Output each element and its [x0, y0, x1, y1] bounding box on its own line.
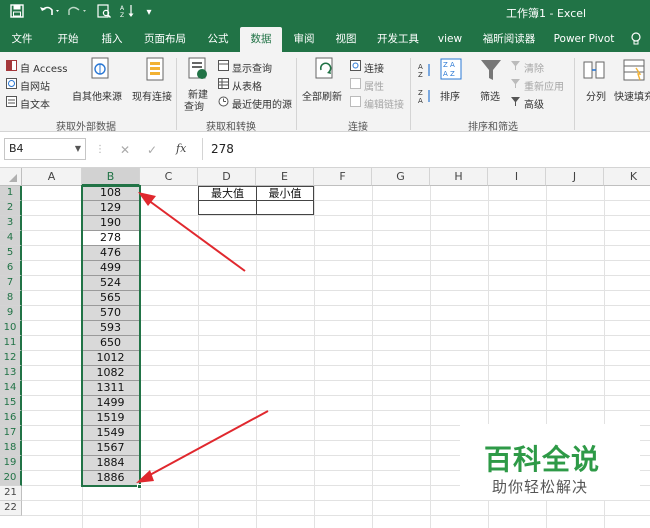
- filter-icon: [480, 58, 502, 85]
- sort-button[interactable]: 排序: [440, 88, 460, 103]
- group-separator: [176, 58, 177, 130]
- undo-icon[interactable]: [38, 4, 62, 22]
- reapply-button[interactable]: 重新应用: [524, 78, 564, 93]
- customize-icon[interactable]: ▾: [144, 4, 154, 22]
- show-queries-button[interactable]: 显示查询: [232, 60, 272, 75]
- watermark-subtitle: 助你轻松解决: [492, 478, 589, 496]
- from-access-button[interactable]: 自 Access: [20, 60, 67, 75]
- clear-filter-icon: [510, 60, 521, 74]
- svg-text:A: A: [120, 5, 125, 12]
- edit-links-button[interactable]: 编辑链接: [364, 96, 404, 111]
- excel-window: AZ ▾ 工作簿1 - Excel 文件 开始 插入 页面布局 公式 数据 审阅…: [0, 0, 650, 528]
- redo-icon[interactable]: [66, 4, 88, 22]
- tab-foxit-reader[interactable]: 福昕阅读器: [478, 27, 540, 52]
- ribbon-data: 自 Access 自网站 自文本 自其他来源 现有连接 获取外部数据 新建 查询…: [0, 52, 650, 133]
- title-bar: AZ ▾ 工作簿1 - Excel: [0, 0, 650, 27]
- ribbon-tabs: 文件 开始 插入 页面布局 公式 数据 审阅 视图 开发工具 view 福昕阅读…: [0, 27, 650, 52]
- from-text-button[interactable]: 自文本: [20, 96, 50, 111]
- cancel-icon[interactable]: ✕: [120, 143, 130, 157]
- worksheet-grid[interactable]: A B C D E F G H I J K 1 2 3 4 5 6 7 8 9 …: [0, 168, 650, 528]
- svg-text:Z A: Z A: [443, 61, 455, 69]
- other-sources-icon: [88, 56, 114, 87]
- tab-insert[interactable]: 插入: [94, 27, 130, 52]
- reapply-icon: [510, 78, 521, 92]
- sort-za-icon[interactable]: ZA: [418, 88, 432, 107]
- group-label-connections: 连接: [348, 122, 368, 133]
- tab-data[interactable]: 数据: [240, 27, 282, 52]
- arrow-line-top: [147, 199, 246, 272]
- existing-connections-icon: [142, 56, 168, 87]
- web-icon: [6, 78, 17, 92]
- tab-developer[interactable]: 开发工具: [370, 27, 426, 52]
- refresh-all-icon: [312, 56, 338, 87]
- sort-dialog-icon: Z AA Z: [440, 58, 462, 83]
- grip-icon: ⋮: [95, 144, 105, 155]
- lightbulb-icon[interactable]: [628, 27, 644, 52]
- tab-home[interactable]: 开始: [50, 27, 86, 52]
- svg-text:A Z: A Z: [443, 70, 455, 78]
- window-title: 工作簿1 - Excel: [506, 7, 587, 20]
- flash-fill-button[interactable]: 快速填充: [614, 88, 650, 103]
- show-queries-icon: [218, 60, 229, 74]
- watermark-title: 百科全说: [484, 443, 601, 476]
- from-other-sources-button[interactable]: 自其他来源: [72, 88, 122, 103]
- enter-icon[interactable]: ✓: [147, 143, 157, 157]
- print-preview-icon[interactable]: [96, 4, 112, 22]
- flash-fill-icon: [622, 58, 646, 85]
- arrow-head-bottom: [136, 470, 154, 483]
- tab-formulas[interactable]: 公式: [200, 27, 236, 52]
- group-label-external-data: 获取外部数据: [56, 122, 116, 133]
- formula-input[interactable]: 278: [202, 138, 650, 160]
- edit-links-icon: [350, 96, 361, 110]
- arrow-line-bottom: [147, 410, 269, 477]
- connections-icon: [350, 60, 361, 74]
- new-query-icon: [186, 56, 210, 85]
- group-label-get-transform: 获取和转换: [206, 122, 256, 133]
- tab-view-en[interactable]: view: [432, 27, 468, 52]
- filter-button[interactable]: 筛选: [480, 88, 500, 103]
- new-query-label-2[interactable]: 查询: [184, 98, 204, 113]
- advanced-button[interactable]: 高级: [524, 96, 544, 111]
- properties-button[interactable]: 属性: [364, 78, 384, 93]
- recent-sources-button[interactable]: 最近使用的源: [232, 96, 292, 111]
- from-table-button[interactable]: 从表格: [232, 78, 262, 93]
- insert-function-icon[interactable]: fx: [176, 142, 186, 155]
- svg-text:Z: Z: [418, 89, 423, 97]
- from-web-button[interactable]: 自网站: [20, 78, 50, 93]
- tab-page-layout[interactable]: 页面布局: [140, 27, 190, 52]
- tab-power-pivot[interactable]: Power Pivot: [550, 27, 618, 52]
- group-separator: [574, 58, 575, 130]
- group-label-sort-filter: 排序和筛选: [468, 122, 518, 133]
- text-file-icon: [6, 96, 17, 110]
- watermark: 百科全说 助你轻松解决: [460, 424, 640, 500]
- access-icon: [6, 60, 17, 74]
- tab-review[interactable]: 审阅: [286, 27, 322, 52]
- properties-icon: [350, 78, 361, 92]
- formula-bar: B4 ▼ ⋮ ✕ ✓ fx 278: [0, 132, 650, 168]
- group-separator: [296, 58, 297, 130]
- refresh-all-button[interactable]: 全部刷新: [302, 88, 342, 103]
- sort-icon[interactable]: AZ: [120, 4, 136, 22]
- name-box-value: B4: [9, 142, 24, 155]
- text-to-columns-button[interactable]: 分列: [586, 88, 606, 103]
- tab-view[interactable]: 视图: [328, 27, 364, 52]
- from-table-icon: [218, 78, 229, 92]
- text-to-columns-icon: [582, 58, 606, 85]
- sort-az-icon[interactable]: AZ: [418, 62, 432, 81]
- group-separator: [410, 58, 411, 130]
- recent-sources-icon: [218, 96, 229, 110]
- connections-button[interactable]: 连接: [364, 60, 384, 75]
- svg-text:Z: Z: [418, 71, 423, 78]
- svg-text:A: A: [418, 63, 423, 71]
- chevron-down-icon[interactable]: ▼: [75, 139, 81, 159]
- svg-text:A: A: [418, 97, 423, 104]
- svg-text:Z: Z: [120, 12, 124, 18]
- existing-connections-button[interactable]: 现有连接: [132, 88, 172, 103]
- save-icon[interactable]: [10, 4, 24, 22]
- clear-button[interactable]: 清除: [524, 60, 544, 75]
- advanced-filter-icon: [510, 96, 521, 110]
- name-box[interactable]: B4 ▼: [4, 138, 86, 160]
- tab-file[interactable]: 文件: [4, 27, 40, 52]
